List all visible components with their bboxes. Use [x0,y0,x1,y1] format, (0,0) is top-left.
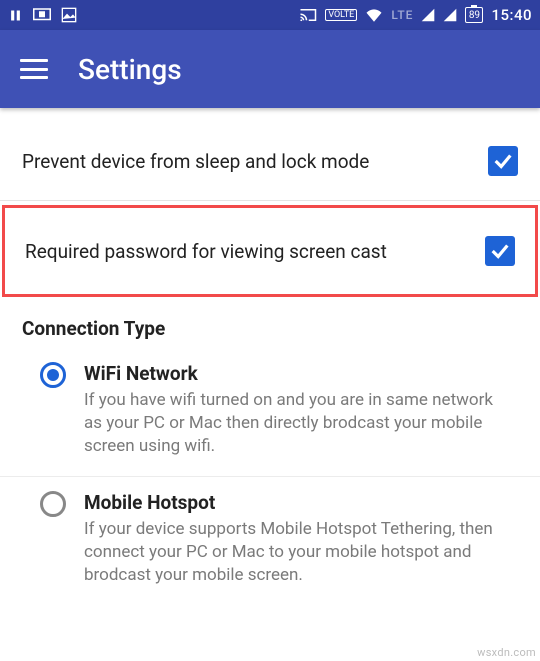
settings-content: Prevent device from sleep and lock mode … [0,108,540,605]
clock: 15:40 [491,6,532,24]
volte-badge: VOLTE [325,9,357,21]
option-desc: If you have wifi turned on and you are i… [84,389,508,458]
signal2-icon [443,8,457,22]
app-bar: Settings [0,30,540,108]
option-desc: If your device supports Mobile Hotspot T… [84,518,508,587]
lte-label: LTE [391,8,413,22]
signal1-icon [421,8,435,22]
checkbox-prevent-sleep[interactable] [488,146,518,176]
checkbox-require-password[interactable] [485,236,515,266]
option-title: Mobile Hotspot [84,491,508,514]
option-title: WiFi Network [84,362,508,385]
watermark: wsxdn.com [477,646,536,659]
checkmark-icon [489,240,511,262]
checkmark-icon [492,150,514,172]
section-connection-type: Connection Type [0,297,540,348]
radio-wifi[interactable] [40,362,66,388]
cast-small-icon [33,8,51,22]
option-mobile-hotspot[interactable]: Mobile Hotspot If your device supports M… [0,477,540,605]
setting-label: Prevent device from sleep and lock mode [22,150,369,173]
status-bar: VOLTE LTE 89 15:40 [0,0,540,30]
page-title: Settings [78,53,182,86]
setting-prevent-sleep[interactable]: Prevent device from sleep and lock mode [0,122,540,201]
wifi-icon [365,8,383,22]
pause-icon [8,8,23,23]
menu-button[interactable] [20,59,48,79]
image-icon [61,7,77,23]
setting-label: Required password for viewing screen cas… [25,240,387,263]
cast-icon [299,7,317,23]
option-wifi-network[interactable]: WiFi Network If you have wifi turned on … [0,348,540,477]
setting-require-password[interactable]: Required password for viewing screen cas… [2,205,538,297]
radio-hotspot[interactable] [40,491,66,517]
battery-icon: 89 [465,7,483,23]
